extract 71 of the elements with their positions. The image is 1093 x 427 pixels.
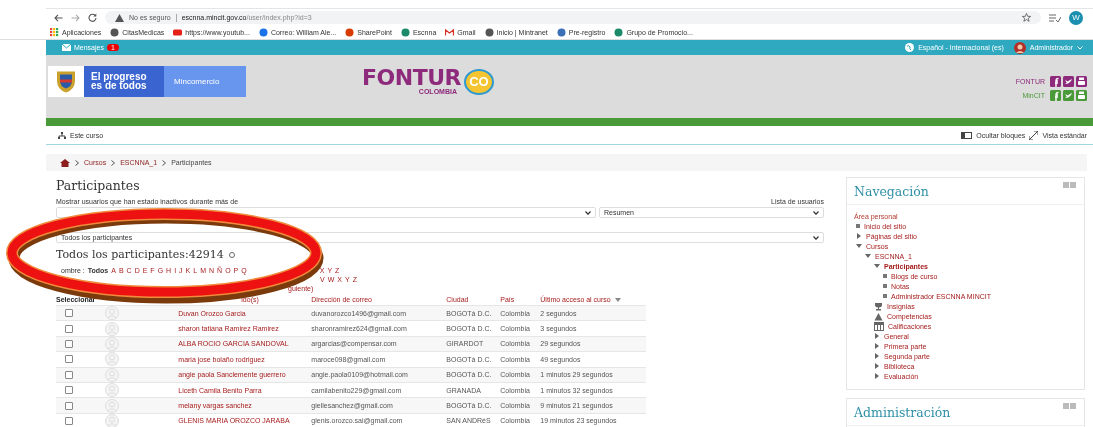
reading-list-icon[interactable] bbox=[1049, 13, 1061, 22]
reload-icon[interactable] bbox=[88, 13, 97, 22]
twitter-icon[interactable] bbox=[1063, 90, 1074, 101]
colombia-badge: CO bbox=[463, 68, 494, 95]
collapsed-caret-icon[interactable] bbox=[874, 373, 880, 379]
table-icon bbox=[874, 321, 884, 331]
chevron-right-icon bbox=[162, 159, 167, 166]
select-checkbox[interactable] bbox=[65, 417, 73, 425]
collapsed-caret-icon[interactable] bbox=[874, 363, 880, 369]
bullet-icon bbox=[883, 284, 887, 288]
star-icon[interactable] bbox=[1022, 13, 1031, 22]
page-title: Participantes bbox=[56, 178, 141, 193]
select-checkbox[interactable] bbox=[65, 370, 73, 379]
bookmark-favicon-icon bbox=[345, 28, 355, 37]
select-checkbox[interactable] bbox=[65, 309, 73, 318]
fontur-logo: FONTUR bbox=[362, 68, 461, 88]
select-checkbox[interactable] bbox=[65, 340, 73, 349]
bookmark-favicon-icon bbox=[258, 28, 268, 37]
trophy-icon bbox=[874, 301, 883, 311]
sort-caret-icon bbox=[614, 298, 621, 302]
expanded-caret-icon[interactable] bbox=[865, 253, 871, 259]
bullet-icon bbox=[883, 274, 887, 278]
collapsed-caret-icon[interactable] bbox=[874, 353, 880, 359]
select-checkbox[interactable] bbox=[65, 355, 73, 364]
expand-arrows-icon bbox=[1029, 130, 1039, 140]
tagline-banner: El progreso es de todos bbox=[84, 66, 164, 97]
caret-icon bbox=[1077, 45, 1083, 50]
chevron-right-icon bbox=[75, 159, 79, 166]
collapsed-caret-icon[interactable] bbox=[856, 233, 862, 239]
warning-icon bbox=[115, 13, 124, 22]
bullet-icon bbox=[883, 294, 887, 298]
bookmark-favicon-icon bbox=[484, 28, 494, 37]
expanded-caret-icon[interactable] bbox=[874, 263, 880, 269]
back-icon[interactable] bbox=[54, 13, 63, 22]
block-title: Navegación bbox=[854, 184, 929, 199]
inactivity-select[interactable] bbox=[56, 207, 596, 218]
select-checkbox[interactable] bbox=[65, 386, 73, 395]
bookmark-favicon-icon bbox=[400, 28, 410, 37]
bookmark-favicon-icon bbox=[614, 28, 624, 37]
bookmark-favicon-icon bbox=[173, 28, 183, 37]
profile-avatar[interactable]: W bbox=[1069, 10, 1083, 25]
select-checkbox[interactable] bbox=[65, 401, 73, 410]
dropdown-caret-icon bbox=[813, 210, 819, 215]
chevron-right-icon bbox=[111, 159, 116, 166]
facebook-icon[interactable] bbox=[1050, 90, 1061, 101]
envelope-icon bbox=[62, 44, 71, 51]
bookmark-favicon-icon bbox=[556, 28, 566, 37]
participants-count-heading: Todos los participantes:42914 bbox=[56, 248, 224, 261]
bookmark-favicon-icon bbox=[445, 28, 455, 37]
help-icon[interactable] bbox=[228, 251, 235, 258]
collapsed-caret-icon[interactable] bbox=[874, 333, 880, 339]
block-title: Administración bbox=[854, 405, 951, 420]
coat-of-arms-icon bbox=[48, 66, 84, 97]
twitter-icon[interactable] bbox=[1063, 76, 1074, 87]
globe-icon bbox=[905, 43, 915, 52]
forward-icon[interactable] bbox=[71, 13, 80, 22]
select-checkbox[interactable] bbox=[65, 324, 73, 333]
collapsed-caret-icon[interactable] bbox=[874, 343, 880, 349]
expanded-caret-icon[interactable] bbox=[856, 243, 862, 249]
dropdown-caret-icon bbox=[813, 235, 819, 240]
facebook-icon[interactable] bbox=[1050, 76, 1061, 87]
triangle-icon bbox=[874, 311, 883, 321]
user-avatar bbox=[1013, 41, 1026, 54]
bullet-icon bbox=[856, 224, 860, 228]
sitemap-icon bbox=[58, 131, 66, 139]
home-icon[interactable] bbox=[60, 158, 70, 167]
ministry-banner: Mincomercio bbox=[164, 66, 246, 97]
apps-grid-icon bbox=[50, 28, 59, 37]
bookmark-favicon-icon bbox=[110, 28, 120, 37]
panel-icon bbox=[961, 131, 973, 139]
dropdown-caret-icon bbox=[585, 210, 591, 215]
